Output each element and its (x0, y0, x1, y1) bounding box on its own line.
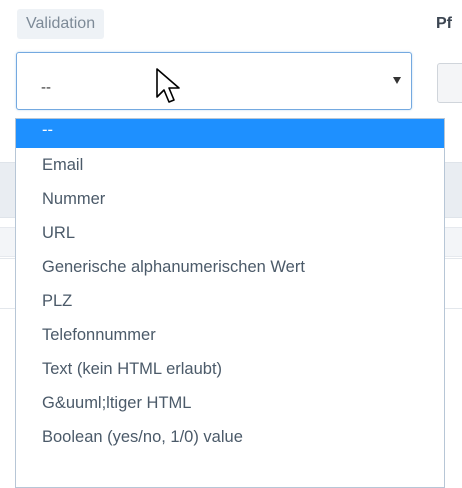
next-field-label: Pf (436, 15, 452, 32)
option-valid-html[interactable]: G&uuml;ltiger HTML (16, 386, 444, 420)
mouse-pointer-icon (156, 68, 180, 103)
option-url[interactable]: URL (16, 216, 444, 250)
validation-select[interactable]: -- (16, 52, 412, 110)
triangle-down-icon[interactable] (393, 77, 401, 84)
validation-select-value: -- (41, 79, 51, 96)
option-alphanumeric[interactable]: Generische alphanumerischen Wert (16, 250, 444, 284)
option-telefonnummer[interactable]: Telefonnummer (16, 318, 444, 352)
validation-label: Validation (17, 9, 105, 39)
option-plz[interactable]: PLZ (16, 284, 444, 318)
validation-options-list[interactable]: -- Email Nummer URL Generische alphanume… (15, 118, 445, 488)
option-email[interactable]: Email (16, 148, 444, 182)
option-nummer[interactable]: Nummer (16, 182, 444, 216)
next-field-input[interactable] (437, 63, 462, 103)
option-boolean[interactable]: Boolean (yes/no, 1/0) value (16, 420, 444, 454)
option-none[interactable]: -- (16, 119, 444, 148)
option-text-no-html[interactable]: Text (kein HTML erlaubt) (16, 352, 444, 386)
